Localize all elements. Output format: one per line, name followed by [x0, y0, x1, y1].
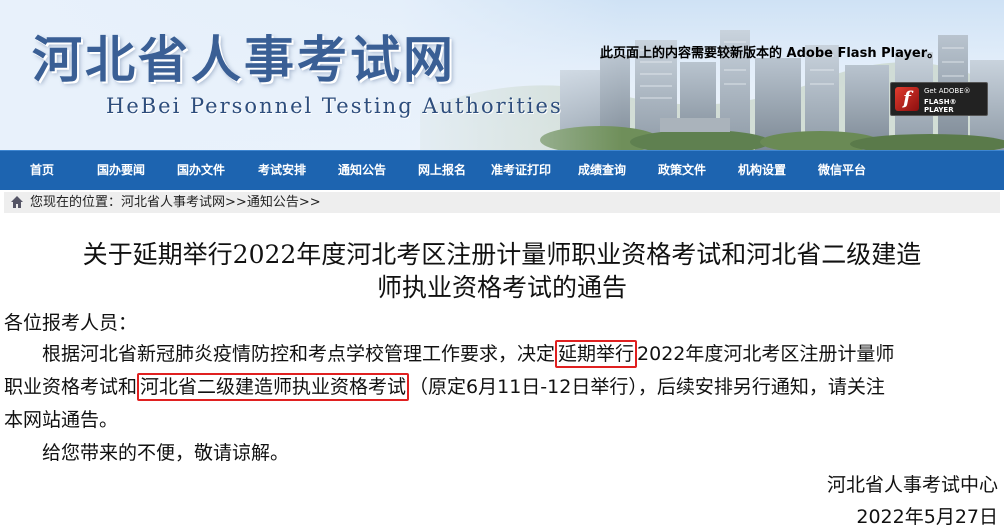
nav-item-notices[interactable]: 通知公告: [338, 151, 386, 190]
breadcrumb-prefix: 您现在的位置：: [30, 195, 122, 210]
site-subtitle: HeBei Personnel Testing Authorities: [106, 94, 563, 118]
breadcrumb-text: 您现在的位置：河北省人事考试网>>通知公告>>: [30, 192, 321, 213]
nav-item-state-news[interactable]: 国办要闻: [97, 151, 145, 190]
nav-item-home[interactable]: 首页: [30, 151, 54, 190]
breadcrumb-separator: >>: [298, 195, 321, 210]
flash-badge-get: Get ADOBE®: [924, 87, 971, 95]
salutation: 各位报考人员：: [4, 312, 138, 334]
home-icon: [11, 196, 23, 208]
paragraph-line-3: 本网站通告。: [4, 409, 119, 431]
nav-item-organization[interactable]: 机构设置: [738, 151, 786, 190]
text-segment: 职业资格考试和: [4, 376, 138, 398]
main-nav: 首页 国办要闻 国办文件 考试安排 通知公告 网上报名 准考证打印 成绩查询 政…: [0, 150, 1004, 190]
breadcrumb-link-notices[interactable]: 通知公告: [247, 195, 299, 210]
text-segment: （原定6月11日-12日举行），后续安排另行通知，请关注: [409, 376, 885, 398]
article-paragraph-1: 根据河北省新冠肺炎疫情防控和考点学校管理工作要求，决定 延期举行 2022年度河北考…: [4, 338, 1000, 437]
flash-notice: 此页面上的内容需要较新版本的 Adobe Flash Player。: [600, 46, 941, 61]
paragraph-line-2: 职业资格考试和 河北省二级建造师执业资格考试 （原定6月11日-12日举行），后续安…: [4, 371, 1000, 404]
text-segment: 2022年度河北考区注册计量师: [637, 343, 895, 365]
nav-item-state-docs[interactable]: 国办文件: [177, 151, 225, 190]
flash-badge-player: FLASH® PLAYER: [924, 98, 957, 114]
paragraph-line-1: 根据河北省新冠肺炎疫情防控和考点学校管理工作要求，决定 延期举行 2022年度河北考…: [4, 338, 1000, 371]
nav-item-exam-schedule[interactable]: 考试安排: [258, 151, 306, 190]
article-paragraph-2: 给您带来的不便，敬请谅解。: [42, 442, 290, 464]
text-segment: 根据河北省新冠肺炎疫情防控和考点学校管理工作要求，决定: [42, 343, 556, 365]
breadcrumb-link-home[interactable]: 河北省人事考试网: [121, 195, 225, 210]
nav-item-wechat[interactable]: 微信平台: [818, 151, 866, 190]
header-banner: 河北省人事考试网 HeBei Personnel Testing Authori…: [0, 0, 1004, 150]
nav-item-scores[interactable]: 成绩查询: [578, 151, 626, 190]
flash-icon: f: [895, 87, 919, 111]
breadcrumb-separator: >>: [225, 195, 247, 210]
highlight-postponed: 延期举行: [555, 340, 638, 368]
signature-date: 2022年5月27日: [856, 506, 998, 528]
breadcrumb: 您现在的位置：河北省人事考试网>>通知公告>>: [4, 192, 1000, 213]
article-title-line-1: 关于延期举行2022年度河北考区注册计量师职业资格考试和河北省二级建造: [82, 240, 922, 269]
nav-item-policy-docs[interactable]: 政策文件: [658, 151, 706, 190]
highlight-exam-name: 河北省二级建造师执业资格考试: [137, 373, 410, 401]
signature-organization: 河北省人事考试中心: [826, 474, 998, 496]
article-title-line-2: 师执业资格考试的通告: [376, 273, 627, 302]
nav-item-online-signup[interactable]: 网上报名: [418, 151, 466, 190]
site-title: 河北省人事考试网: [32, 30, 456, 89]
article-title: 关于延期举行2022年度河北考区注册计量师职业资格考试和河北省二级建造 师执业资…: [6, 238, 998, 304]
get-flash-player-button[interactable]: f Get ADOBE® FLASH® PLAYER: [890, 82, 988, 116]
nav-item-admit-card[interactable]: 准考证打印: [491, 151, 551, 190]
